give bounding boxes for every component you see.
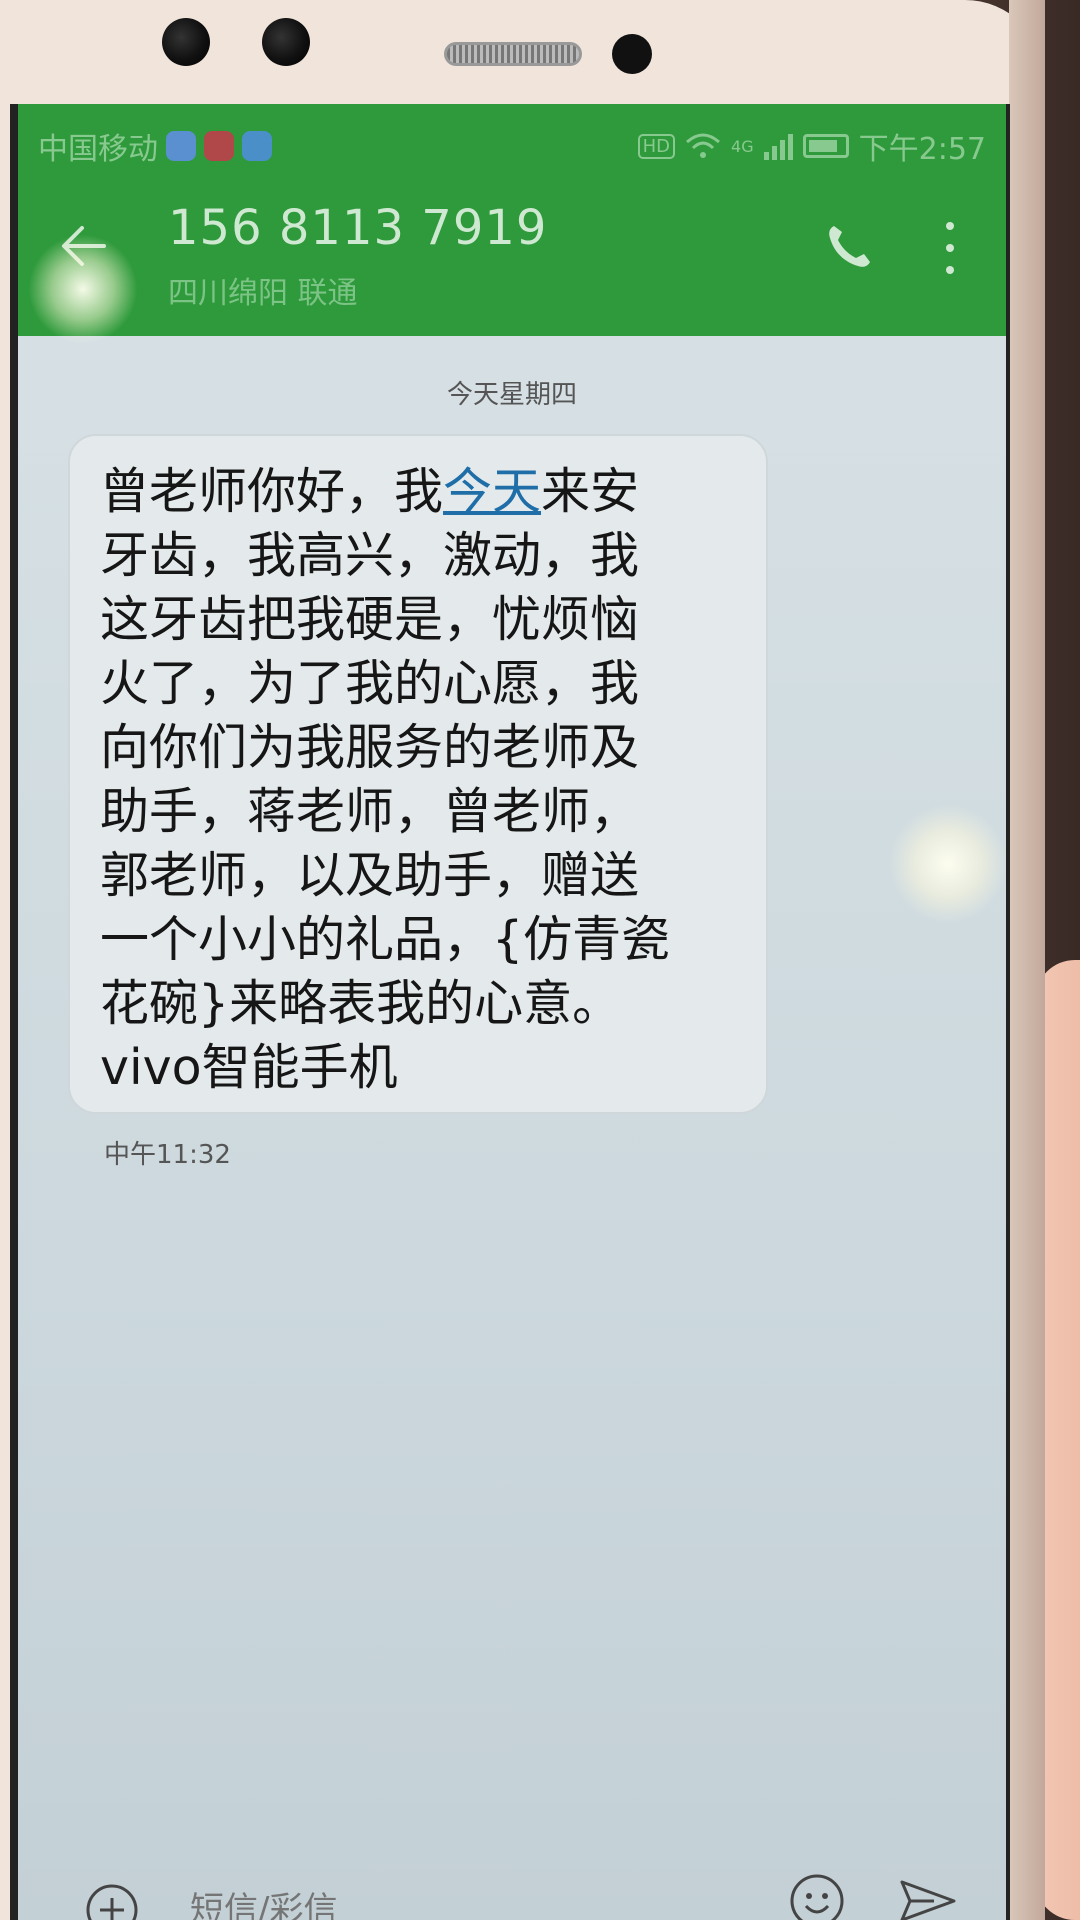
status-bar: 中国移动 HD 4G 下午2:57	[18, 104, 1006, 176]
send-icon[interactable]	[898, 1878, 958, 1920]
contact-location: 四川绵阳 联通	[168, 276, 358, 311]
more-vertical-icon[interactable]	[940, 216, 960, 280]
app-notification-icon	[166, 131, 196, 161]
add-icon[interactable]	[82, 1880, 142, 1920]
emoji-icon[interactable]	[788, 1872, 846, 1920]
phone-edge	[1009, 0, 1045, 1920]
date-separator: 今天星期四	[446, 380, 577, 410]
status-left: 中国移动	[38, 124, 272, 168]
front-camera	[162, 18, 210, 66]
light-glare	[28, 234, 138, 344]
earpiece-speaker	[444, 42, 582, 66]
composer-bar	[18, 1844, 1006, 1920]
network-type: 4G	[731, 136, 754, 156]
sms-input[interactable]	[188, 1884, 752, 1920]
front-sensor	[262, 18, 310, 66]
phone-icon[interactable]	[820, 220, 876, 276]
status-time: 下午2:57	[858, 132, 986, 167]
proximity-sensor	[612, 34, 652, 74]
message-text: 曾老师你好，我今天来安 牙齿，我高兴，激动，我 这牙齿把我硬是，忧烦恼 火了，为…	[100, 460, 736, 1100]
message-bubble[interactable]: 曾老师你好，我今天来安 牙齿，我高兴，激动，我 这牙齿把我硬是，忧烦恼 火了，为…	[68, 434, 768, 1114]
conversation-header: 156 8113 7919 四川绵阳 联通	[18, 176, 1006, 336]
contact-number: 156 8113 7919	[168, 200, 548, 256]
battery-icon	[802, 134, 849, 158]
message-text-start: 曾老师你好，我	[100, 463, 444, 520]
light-glare	[888, 804, 1006, 924]
carrier-label: 中国移动	[38, 132, 158, 167]
phone-screen: 中国移动 HD 4G 下午2:57 156 8113 7919 四川绵阳 联通 …	[10, 104, 1010, 1920]
huawei-notification-icon	[204, 131, 234, 161]
phone-body: 中国移动 HD 4G 下午2:57 156 8113 7919 四川绵阳 联通 …	[0, 0, 1045, 1920]
signal-icon	[763, 132, 793, 160]
wifi-icon	[686, 133, 721, 158]
hd-badge: HD	[637, 133, 676, 159]
message-timestamp: 中午11:32	[104, 1140, 231, 1170]
message-notification-icon	[242, 131, 272, 161]
message-text-rest: 来安 牙齿，我高兴，激动，我 这牙齿把我硬是，忧烦恼 火了，为了我的心愿，我 向…	[100, 463, 671, 1096]
status-right: HD 4G 下午2:57	[637, 124, 986, 168]
date-link[interactable]: 今天	[443, 463, 541, 520]
